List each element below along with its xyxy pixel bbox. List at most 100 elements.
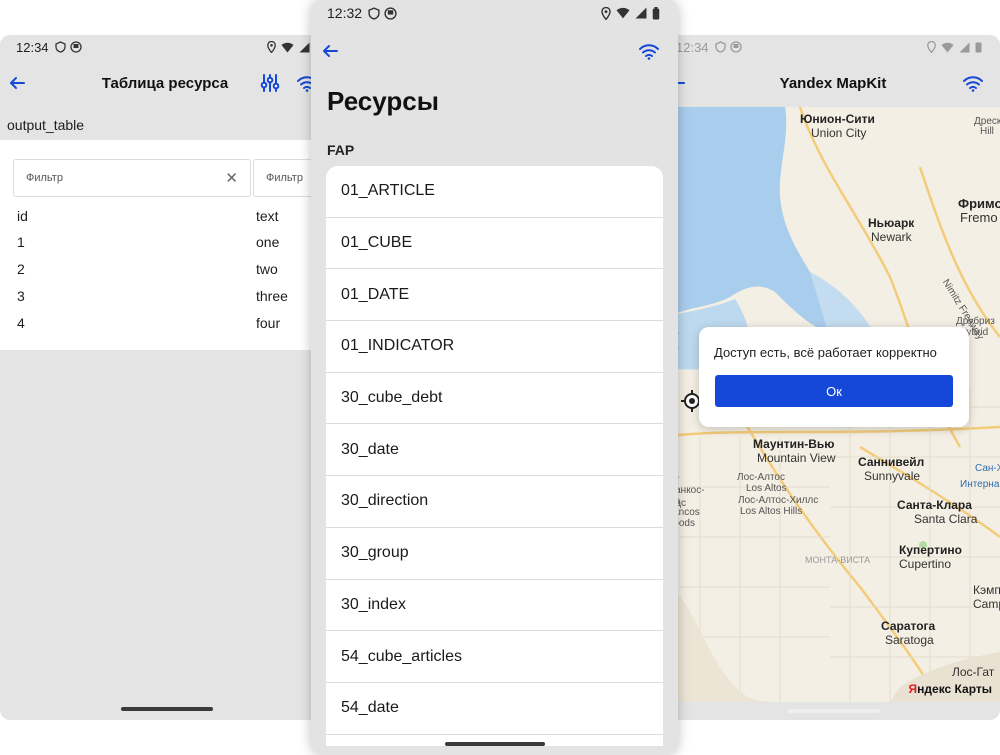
page-title: Yandex MapKit [779, 74, 887, 92]
access-dialog: Доступ есть, всё работает корректно Ок [699, 327, 969, 427]
table-panel: Фильтр ✕ Фильтр id text 1 one 2 two 3 th… [0, 140, 340, 350]
status-time: 12:34 [16, 39, 49, 55]
status-bar: 12:34 [660, 35, 1000, 59]
home-indicator [121, 707, 213, 711]
location-icon [601, 6, 611, 20]
shield-icon [714, 41, 726, 53]
location-icon [927, 41, 936, 53]
page-title: Таблица ресурса [101, 74, 229, 92]
top-app-bar: Yandex MapKit [660, 59, 1000, 107]
list-item-label: 30_direction [341, 492, 429, 510]
list-item-label: 01_ARTICLE [341, 182, 435, 200]
phone-resources-list: 12:32 Ресурсы FAP 01_ARTICLE 01_CUBE 01_… [311, 0, 678, 755]
ok-button[interactable]: Ок [715, 375, 953, 407]
list-item-label: 30_cube_debt [341, 389, 443, 407]
list-item-label: 30_group [341, 544, 409, 562]
list-item-label: 01_CUBE [341, 234, 413, 252]
list-item-label: 30_index [341, 595, 406, 613]
list-item[interactable]: 30_cube_debt [326, 373, 663, 425]
battery-icon [975, 42, 982, 53]
filter-settings-icon[interactable] [259, 72, 281, 94]
status-time: 12:34 [676, 39, 709, 55]
status-bar: 12:32 [311, 0, 678, 26]
list-item-label: 54_date [341, 699, 399, 717]
map-label: Маунтин-Вью [753, 437, 835, 451]
list-item[interactable]: 01_DATE [326, 269, 663, 322]
list-item[interactable]: 30_date [326, 424, 663, 477]
list-item[interactable]: 54_cube_articles [326, 631, 663, 683]
app-indicator-icon [729, 41, 742, 53]
list-item-label: 30_date [341, 440, 399, 458]
battery-icon [652, 6, 660, 19]
phone-yandex-mapkit: 12:34 Yandex MapKit Юнион-Сити Union Cit… [660, 35, 1000, 720]
map-label: Санта-Клара [897, 498, 972, 512]
map-label: Camp [973, 597, 1000, 611]
dialog-message: Доступ есть, всё работает корректно [714, 345, 937, 360]
app-indicator-icon [69, 41, 82, 53]
list-item[interactable]: 01_CUBE [326, 218, 663, 270]
list-item[interactable]: 30_group [326, 528, 663, 580]
top-app-bar [311, 27, 678, 75]
map-label: Cupertino [899, 557, 952, 571]
signal-icon [959, 42, 970, 52]
table-cell: four [256, 315, 281, 331]
signal-icon [299, 42, 310, 52]
table-cell: 1 [17, 234, 25, 250]
column-header: id [17, 208, 28, 224]
wifi-status-icon [941, 42, 954, 52]
map-label: Юнион-Сити [800, 112, 875, 126]
resource-name: output_table [7, 117, 85, 133]
back-arrow-icon[interactable] [319, 40, 341, 62]
resource-list: 01_ARTICLE 01_CUBE 01_DATE 01_INDICATOR … [326, 166, 663, 746]
map-label: Newark [871, 230, 912, 244]
wifi-icon[interactable] [638, 40, 660, 62]
section-header: FAP [327, 142, 355, 158]
signal-icon [635, 7, 647, 19]
map-label: Union City [811, 126, 867, 140]
status-bar: 12:34 [0, 35, 340, 59]
map-label: Hill [980, 126, 994, 137]
app-indicator-icon [384, 6, 397, 20]
map-label: Купертино [899, 543, 962, 557]
status-time: 12:32 [327, 5, 363, 21]
table-cell: 4 [17, 315, 25, 331]
map-label: Саннивейл [858, 455, 925, 469]
filter-input-id[interactable]: Фильтр ✕ [13, 159, 251, 197]
shield-icon [368, 6, 380, 20]
list-item[interactable]: 01_ARTICLE [326, 166, 663, 218]
top-app-bar: Таблица ресурса [0, 59, 340, 107]
home-indicator [788, 709, 880, 713]
map-label: Фримо [958, 196, 1000, 211]
map-label: Sunnyvale [864, 469, 921, 483]
list-item[interactable]: 54_date [326, 683, 663, 735]
list-item[interactable]: 01_INDICATOR [326, 321, 663, 373]
map-label: Fremo [960, 210, 998, 225]
wifi-icon[interactable] [962, 72, 984, 94]
map-label: МОНТА-ВИСТА [805, 555, 871, 565]
column-header: text [256, 208, 279, 224]
wifi-status-icon [616, 7, 630, 19]
clear-icon[interactable]: ✕ [225, 169, 238, 187]
list-item-label: 01_INDICATOR [341, 337, 455, 355]
yandex-maps-logo: Яндекс Карты [908, 682, 992, 696]
table-cell: 2 [17, 261, 25, 277]
list-item-label: 01_DATE [341, 285, 410, 303]
shield-icon [54, 41, 66, 53]
map-label: Кэмп [973, 583, 1000, 597]
map-label: Интерна [960, 479, 1000, 490]
map-label: Саратога [881, 619, 936, 633]
table-cell: three [256, 288, 288, 304]
wifi-status-icon [281, 42, 294, 52]
map-label: Saratoga [885, 633, 934, 647]
map-label: Лос-Гат [952, 665, 995, 679]
map-label: Los Altos Hills [740, 506, 803, 517]
map-label: Santa Clara [914, 512, 978, 526]
page-title: Ресурсы [327, 86, 439, 116]
home-indicator [445, 742, 545, 746]
filter-placeholder: Фильтр [26, 172, 63, 184]
filter-placeholder: Фильтр [266, 172, 303, 184]
location-icon [267, 41, 276, 53]
map-label: Сан-Х [975, 463, 1000, 474]
list-item[interactable]: 30_index [326, 580, 663, 632]
list-item[interactable]: 30_direction [326, 476, 663, 528]
